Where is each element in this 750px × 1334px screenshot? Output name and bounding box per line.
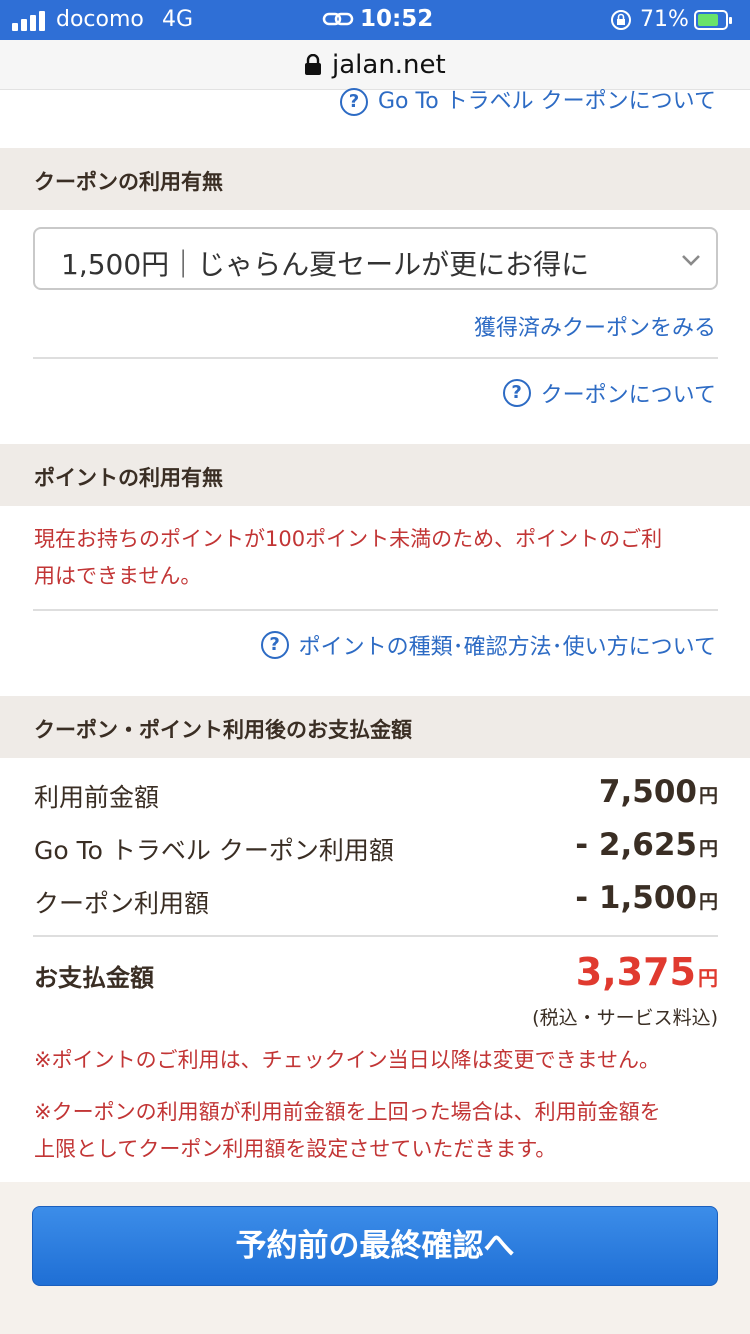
- divider: [33, 357, 718, 359]
- total-label: お支払金額: [34, 964, 154, 992]
- point-notice: 現在お持ちのポイントが100ポイント未満のため、ポイントのご利 用はできません。: [34, 527, 663, 588]
- acquired-coupons-link[interactable]: 獲得済みクーポンをみる: [474, 310, 716, 342]
- price-row: Go To トラベル クーポン利用額 - 2,625 円: [34, 827, 718, 867]
- question-icon: ?: [502, 379, 531, 407]
- network-type: 4G: [162, 7, 194, 32]
- carrier-name: docomo: [56, 7, 144, 32]
- chevron-down-icon: [682, 255, 700, 266]
- price-row: クーポン利用額 - 1,500 円: [34, 880, 718, 920]
- point-help-link[interactable]: ? ポイントの種類･確認方法･使い方について: [260, 629, 716, 661]
- divider: [33, 935, 718, 937]
- link-icon: [322, 12, 354, 26]
- price-row-amount: - 1,500 円: [575, 880, 718, 916]
- goto-coupon-link[interactable]: ? Go To トラベル クーポンについて: [340, 83, 716, 116]
- coupon-limit-warning: ※クーポンの利用額が利用前金額を上回った場合は、利用前金額を 上限としてクーポン…: [34, 1100, 661, 1161]
- tax-note: (税込・サービス料込): [532, 1007, 718, 1029]
- price-row-amount: - 2,625 円: [575, 827, 718, 863]
- price-row-label: Go To トラベル クーポン利用額: [34, 836, 394, 865]
- point-section-header: ポイントの利用有無: [0, 444, 750, 506]
- total-amount: 3,375 円: [575, 950, 718, 994]
- payment-section-title: クーポン・ポイント利用後のお支払金額: [34, 718, 412, 742]
- battery-percent: 71%: [640, 7, 689, 32]
- question-icon: ?: [260, 631, 289, 659]
- payment-section-header: クーポン・ポイント利用後のお支払金額: [0, 696, 750, 758]
- coupon-section-header: クーポンの利用有無: [0, 148, 750, 210]
- point-change-warning: ※ポイントのご利用は、チェックイン当日以降は変更できません。: [34, 1048, 660, 1072]
- price-row-amount: 7,500 円: [598, 774, 718, 810]
- price-row: 利用前金額 7,500 円: [34, 774, 718, 814]
- url-domain: jalan.net: [332, 50, 446, 80]
- coupon-section-title: クーポンの利用有無: [34, 170, 223, 194]
- clock: 10:52: [360, 6, 434, 32]
- final-confirmation-button[interactable]: 予約前の最終確認へ: [32, 1206, 718, 1286]
- padlock-icon: [305, 54, 321, 75]
- coupon-select-value: 1,500円｜じゃらん夏セールが更にお得に: [61, 248, 590, 281]
- status-bar: docomo 4G 10:52 71%: [0, 0, 750, 40]
- divider: [33, 609, 718, 611]
- rotation-lock-icon: [611, 10, 631, 30]
- coupon-select[interactable]: 1,500円｜じゃらん夏セールが更にお得に: [33, 227, 718, 290]
- price-row-label: 利用前金額: [34, 783, 160, 812]
- battery-icon: [694, 10, 732, 30]
- question-icon: ?: [340, 88, 368, 116]
- about-coupon-link[interactable]: ? クーポンについて: [502, 377, 716, 409]
- price-row-label: クーポン利用額: [34, 889, 210, 918]
- signal-strength-icon: [12, 9, 45, 31]
- point-section-title: ポイントの利用有無: [34, 466, 223, 490]
